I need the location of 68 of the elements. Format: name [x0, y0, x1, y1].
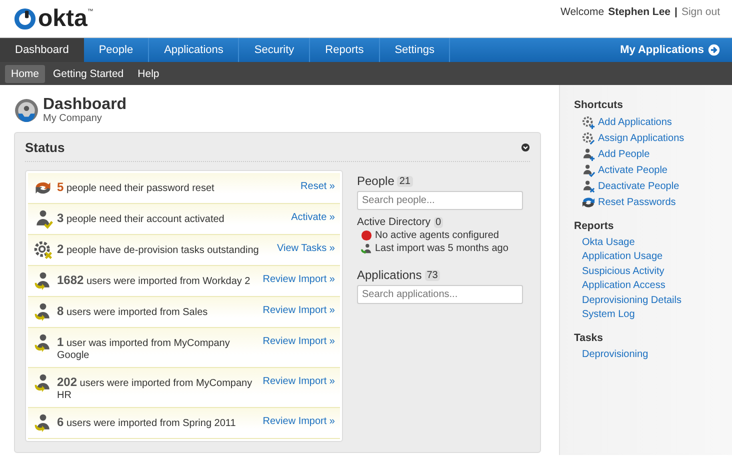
directory-heading: Active Directory: [357, 216, 431, 228]
sidebar-link[interactable]: Assign Applications: [574, 130, 732, 146]
collapse-icon[interactable]: [521, 142, 530, 152]
sidebar-link[interactable]: Reset Passwords: [574, 194, 732, 210]
action-link[interactable]: Reset »: [300, 178, 335, 192]
sidebar-link[interactable]: Application Usage: [574, 250, 732, 264]
page-subtitle: My Company: [43, 113, 103, 124]
status-message: 3 people need their account activated: [57, 210, 226, 226]
sidebar-link[interactable]: Suspicious Activity: [574, 264, 732, 278]
directory-status: Last import was 5 months ago: [375, 243, 508, 254]
logo-text: okta: [38, 7, 88, 31]
import-person-icon: [361, 243, 372, 254]
dashboard-icon: [14, 98, 39, 123]
sign-out-link[interactable]: Sign out: [681, 6, 720, 18]
refresh-icon: [582, 196, 595, 208]
person-x-icon: [582, 180, 595, 192]
action-link[interactable]: Review Import »: [262, 373, 335, 387]
action-link[interactable]: View Tasks »: [277, 240, 335, 254]
sidebar-link[interactable]: Add Applications: [574, 114, 732, 130]
action-link[interactable]: Review Import »: [262, 271, 335, 285]
sidebar-link[interactable]: Okta Usage: [574, 235, 732, 250]
status-message: 5 people need their password reset: [57, 179, 216, 195]
sidebar-link[interactable]: Add People: [574, 146, 732, 162]
search-field[interactable]: Search applications...: [357, 285, 523, 304]
subnav-tab[interactable]: Help: [132, 64, 166, 82]
logo-icon: [14, 8, 36, 30]
error-dot-icon: [361, 230, 372, 241]
person-plus-icon: [582, 148, 595, 160]
search-field[interactable]: Search people...: [357, 191, 523, 210]
applications-heading: Applications: [357, 268, 422, 282]
sidebar-heading: Tasks: [574, 332, 604, 344]
subnav-tab[interactable]: Home: [5, 64, 46, 82]
status-message: 1682 users were imported from Workday 2: [57, 272, 252, 288]
sidebar-link[interactable]: Application Access: [574, 278, 732, 293]
user-name: Stephen Lee: [608, 6, 671, 18]
person-check-icon: [582, 164, 595, 176]
count-badge: 21: [397, 176, 412, 186]
action-link[interactable]: Activate »: [291, 209, 335, 223]
gear-check-icon: [582, 132, 595, 144]
sidebar-link[interactable]: Activate People: [574, 162, 732, 178]
arrow-right-icon: [708, 44, 720, 56]
action-link[interactable]: Review Import »: [262, 333, 335, 347]
status-message: 202 users were imported from MyCompany HR: [57, 374, 254, 402]
sidebar-link[interactable]: Deprovisioning: [574, 347, 732, 362]
sidebar-link[interactable]: System Log: [574, 308, 732, 322]
separator: |: [674, 6, 678, 18]
status-message: 2 people have de-provision tasks outstanding: [57, 241, 260, 257]
status-message: 8 users were imported from Sales: [57, 303, 209, 319]
sidebar-link[interactable]: Deactivate People: [574, 178, 732, 194]
welcome-text: Welcome: [560, 6, 604, 18]
gear-plus-icon: [582, 116, 595, 128]
action-link[interactable]: Review Import »: [262, 413, 335, 427]
status-icon: [33, 240, 53, 260]
sidebar-heading: Reports: [574, 220, 615, 232]
page-title: Dashboard: [43, 97, 127, 113]
sidebar-link[interactable]: Deprovisioning Details: [574, 293, 732, 308]
status-message: 6 users were imported from Spring 2011: [57, 414, 237, 430]
nav-tab[interactable]: Dashboard: [0, 38, 84, 62]
people-heading: People: [357, 174, 394, 188]
action-link[interactable]: Review Import »: [262, 302, 335, 316]
subnav-tab[interactable]: Getting Started: [47, 64, 130, 82]
my-applications-link[interactable]: My Applications: [620, 38, 732, 62]
count-badge: 73: [424, 270, 440, 280]
count-badge: 0: [434, 216, 444, 228]
directory-status: No active agents configured: [375, 230, 499, 241]
status-title: Status: [25, 140, 65, 154]
sidebar-heading: Shortcuts: [574, 99, 624, 111]
status-message: 1 user was imported from MyCompany Google: [57, 334, 231, 362]
